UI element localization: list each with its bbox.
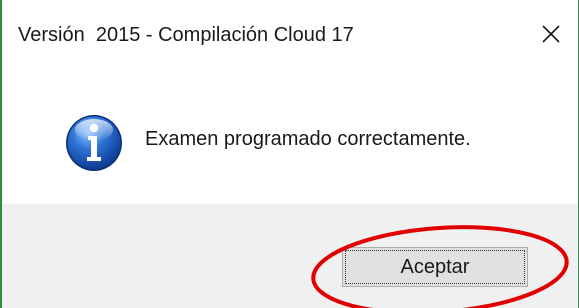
message-dialog: Versión 2015 - Compilación Cloud 17 Exam… (0, 0, 579, 308)
close-button[interactable] (528, 14, 574, 54)
window-title: Versión 2015 - Compilación Cloud 17 (18, 24, 354, 46)
close-icon (542, 25, 560, 43)
dialog-content: Examen programado correctamente. (2, 72, 578, 204)
button-bar: Aceptar (2, 204, 578, 308)
title-bar: Versión 2015 - Compilación Cloud 17 (2, 0, 578, 72)
ok-button[interactable]: Aceptar (342, 247, 528, 287)
info-icon (66, 115, 122, 171)
dialog-message: Examen programado correctamente. (145, 128, 471, 150)
